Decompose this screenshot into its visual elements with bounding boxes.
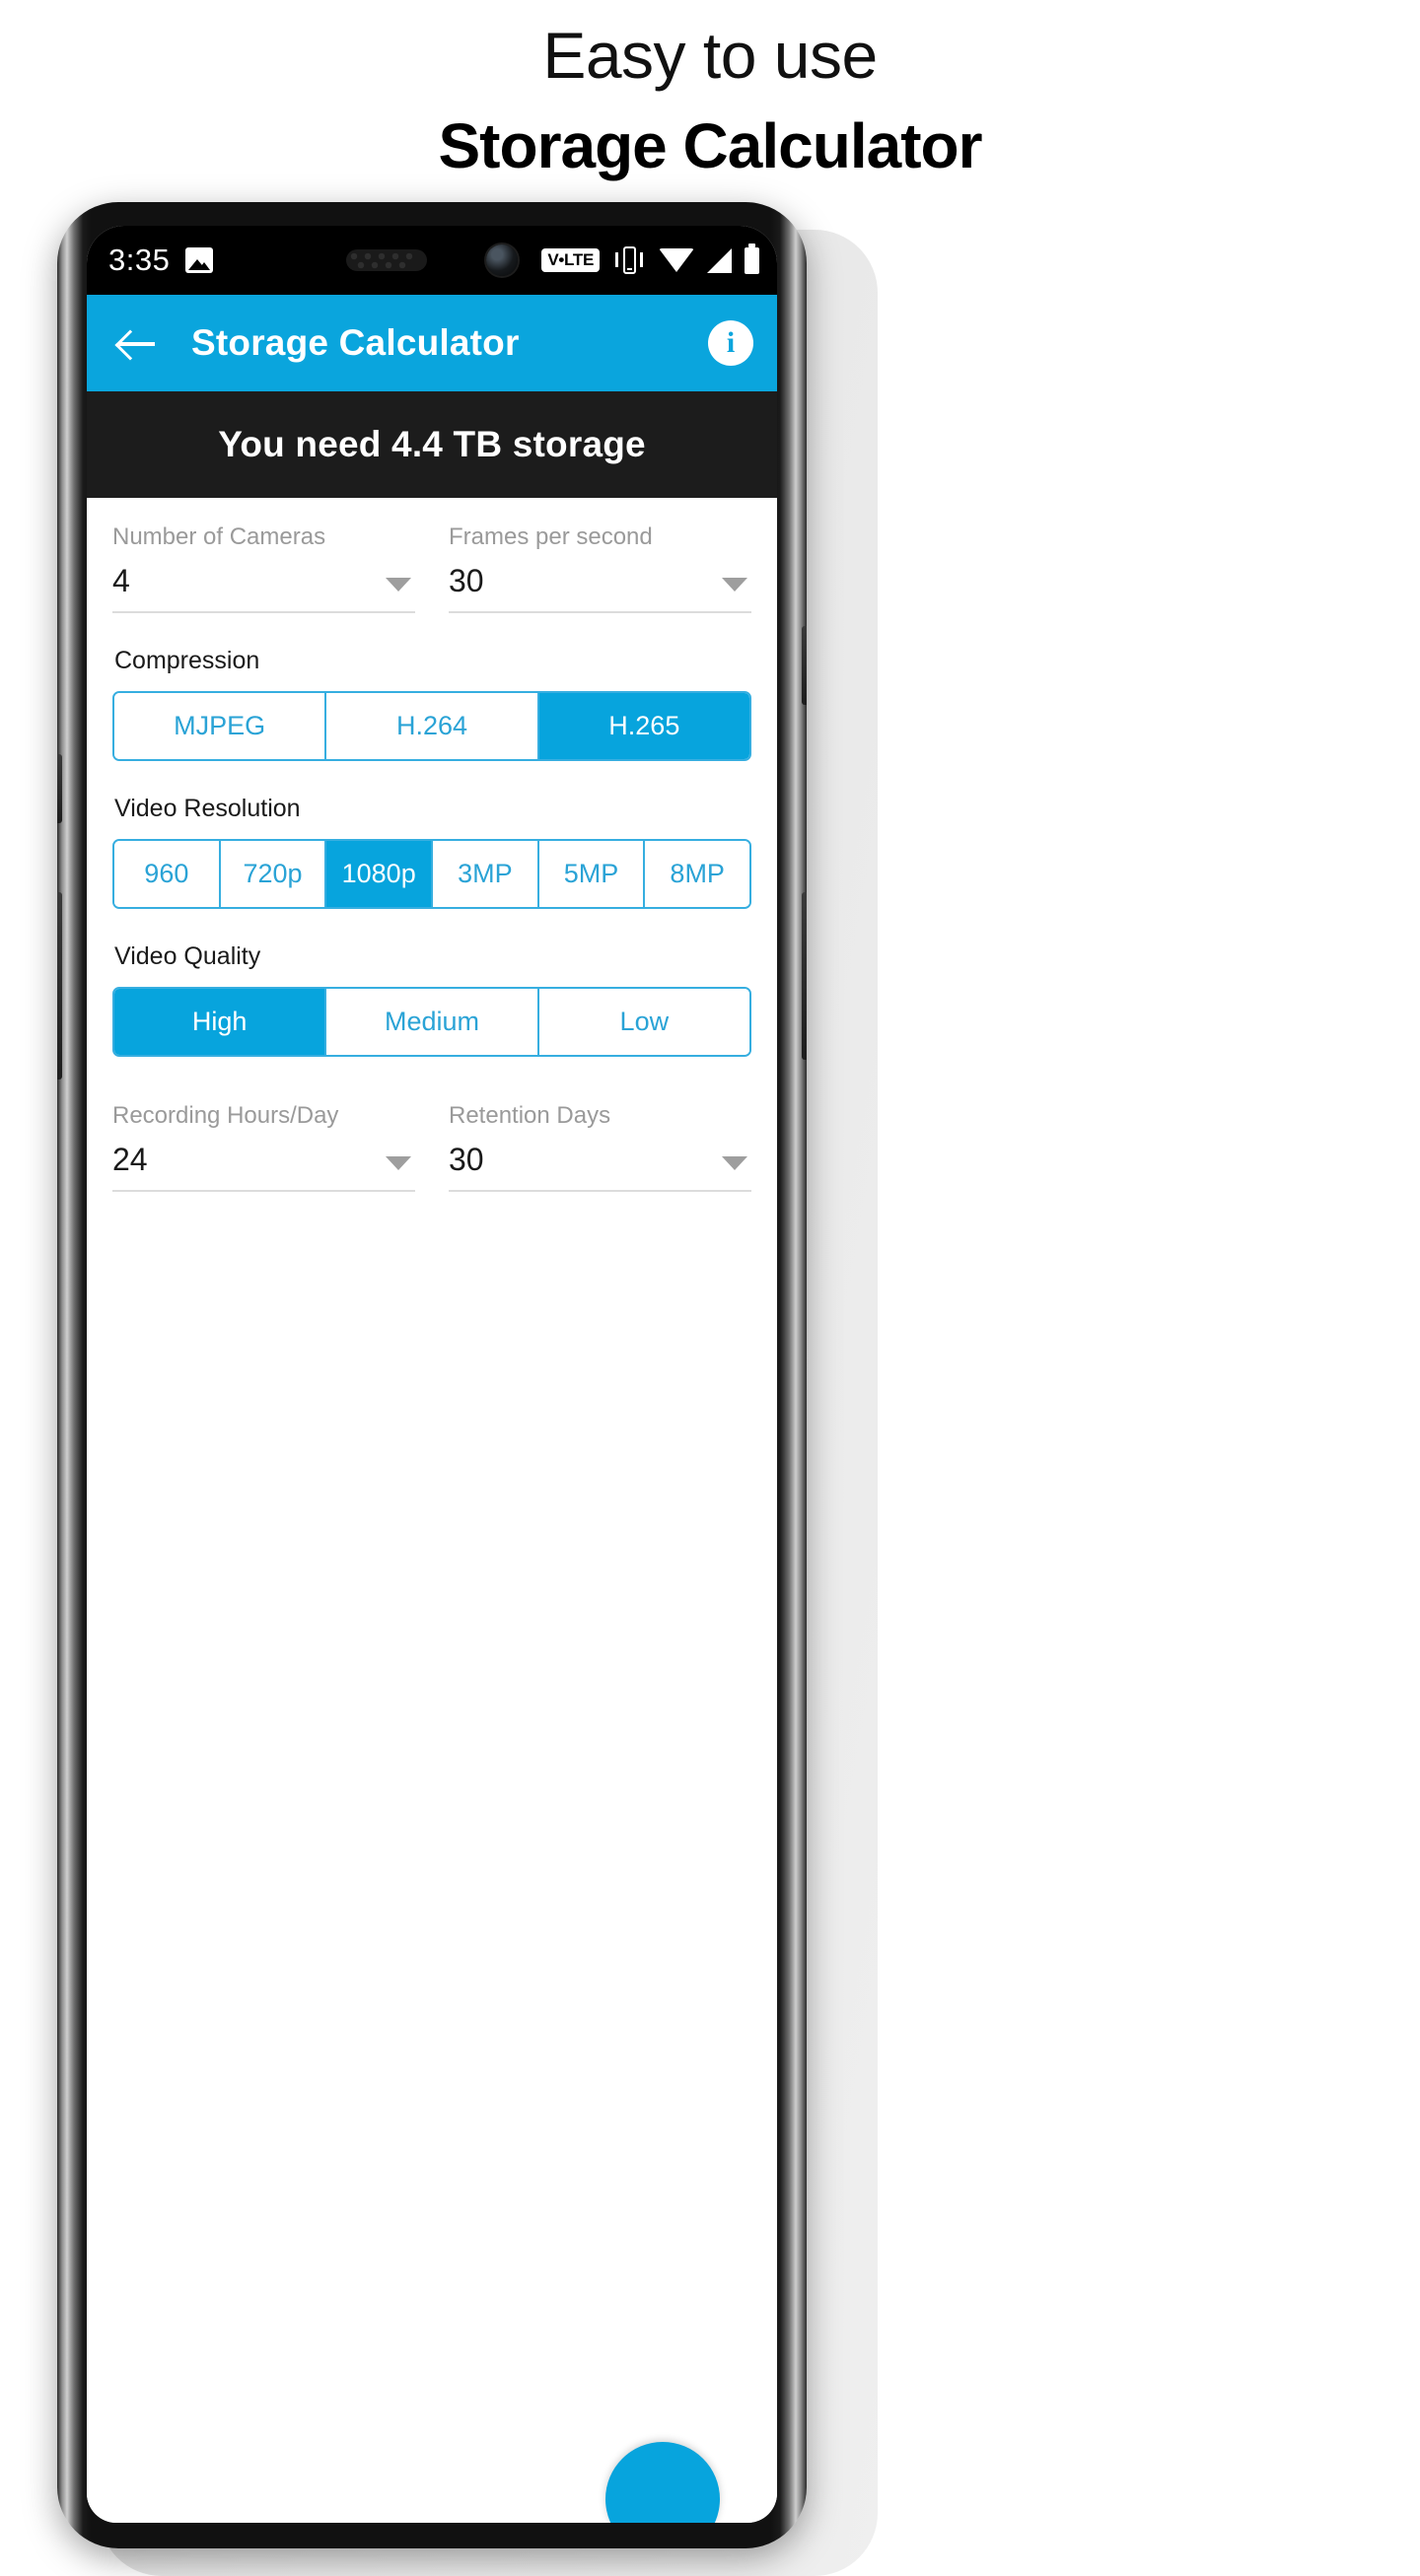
seg-resolution-5mp[interactable]: 5MP [538,841,646,907]
label-retention-days: Retention Days [449,1102,611,1129]
phone-button-right-lower[interactable] [802,892,807,1060]
value-frames-per-second: 30 [449,563,484,598]
promo-line-1: Easy to use [542,19,878,92]
phone-mockup: 3:35 V•LTE Storage Calculator i You need… [57,202,878,2576]
seg-quality-medium[interactable]: Medium [326,989,539,1055]
phone-button-left-upper[interactable] [57,754,62,823]
back-arrow-icon[interactable] [112,317,164,369]
calculator-form: Number of Cameras 4 Frames per second 30 [87,498,777,2523]
dropdown-frames-per-second[interactable]: 30 [449,563,751,613]
dropdown-retention-days[interactable]: 30 [449,1142,751,1192]
front-camera-icon [486,244,518,276]
app-bar: Storage Calculator i [87,295,777,391]
segmented-control-video-resolution: 960 720p 1080p 3MP 5MP 8MP [112,839,751,909]
dropdown-recording-hours-per-day[interactable]: 24 [112,1142,415,1192]
dropdown-number-of-cameras[interactable]: 4 [112,563,415,613]
result-banner: You need 4.4 TB storage [87,391,777,498]
seg-resolution-720p[interactable]: 720p [220,841,327,907]
promo-line-2: Storage Calculator [438,110,982,182]
status-clock: 3:35 [108,243,171,277]
phone-button-right-upper[interactable] [802,626,807,705]
label-video-resolution: Video Resolution [114,795,301,822]
label-video-quality: Video Quality [114,942,261,970]
seg-resolution-960[interactable]: 960 [114,841,221,907]
chevron-down-icon [386,578,411,592]
earpiece-speaker-icon [346,249,427,271]
status-bar-left: 3:35 [108,243,214,278]
seg-compression-mjpeg[interactable]: MJPEG [114,693,327,759]
segmented-control-video-quality: High Medium Low [112,987,751,1057]
phone-button-left-lower[interactable] [57,892,62,1079]
seg-quality-high[interactable]: High [114,989,327,1055]
value-number-of-cameras: 4 [112,563,130,598]
promo-header: Easy to use Storage Calculator [0,0,1420,189]
label-recording-hours-per-day: Recording Hours/Day [112,1102,339,1129]
seg-resolution-1080p[interactable]: 1080p [326,841,434,907]
cellular-signal-icon [707,247,732,273]
field-recording-hours-per-day: Recording Hours/Day 24 [112,1102,415,1192]
label-frames-per-second: Frames per second [449,523,653,550]
segmented-control-compression: MJPEG H.264 H.265 [112,691,751,761]
field-retention-days: Retention Days 30 [449,1102,751,1192]
seg-quality-low[interactable]: Low [538,989,749,1055]
wifi-icon [659,248,694,272]
info-icon[interactable]: i [708,320,753,366]
row-cameras-fps: Number of Cameras 4 Frames per second 30 [112,523,751,613]
image-icon [185,247,214,273]
battery-full-icon [745,243,759,274]
label-compression: Compression [114,647,260,674]
storage-result-text: You need 4.4 TB storage [218,424,646,464]
phone-body: 3:35 V•LTE Storage Calculator i You need… [57,202,807,2548]
field-frames-per-second: Frames per second 30 [449,523,751,613]
status-bar: 3:35 V•LTE [87,226,777,295]
chevron-down-icon [386,1156,411,1170]
chevron-down-icon [722,578,747,592]
seg-compression-h265[interactable]: H.265 [538,693,749,759]
page-title: Storage Calculator [191,322,520,363]
vibrate-icon [612,245,646,275]
value-recording-hours-per-day: 24 [112,1142,148,1177]
field-number-of-cameras: Number of Cameras 4 [112,523,415,613]
label-number-of-cameras: Number of Cameras [112,523,326,550]
phone-notch [269,226,595,295]
value-retention-days: 30 [449,1142,484,1177]
seg-resolution-8mp[interactable]: 8MP [645,841,749,907]
chevron-down-icon [722,1156,747,1170]
phone-screen: 3:35 V•LTE Storage Calculator i You need… [87,226,777,2523]
seg-resolution-3mp[interactable]: 3MP [433,841,539,907]
seg-compression-h264[interactable]: H.264 [326,693,539,759]
row-hours-retention: Recording Hours/Day 24 Retention Days 30 [112,1102,751,1192]
